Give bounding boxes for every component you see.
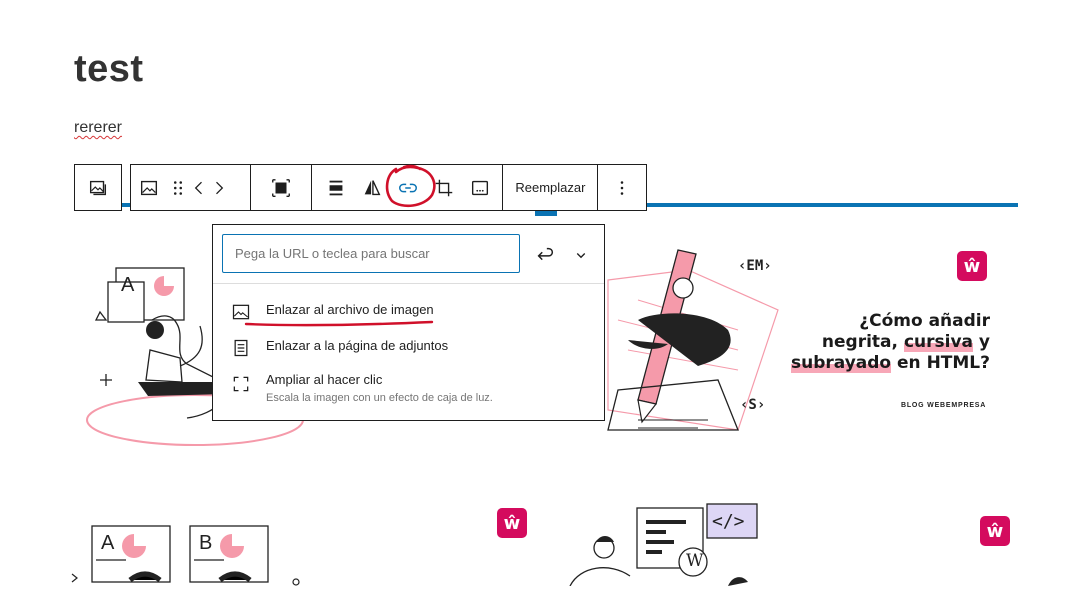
s-tag-label: ‹S› (740, 397, 766, 413)
toolbar-group-replace: Reemplazar (503, 165, 599, 210)
headline-subrayado: subrayado (790, 353, 892, 373)
move-left-icon[interactable] (189, 165, 209, 210)
option-lightbox[interactable]: Ampliar al hacer clic Escala la imagen c… (230, 371, 493, 404)
option-label: Enlazar a la página de adjuntos (266, 338, 449, 353)
block-parent-selector[interactable] (74, 164, 122, 211)
headline-y: y (973, 332, 990, 352)
em-tag-label: ‹EM› (738, 258, 772, 274)
toolbar-group-options (598, 165, 646, 210)
letter-a: A (121, 274, 135, 296)
blog-tag: BLOG WEBEMPRESA (901, 402, 987, 409)
code-tag-label: </> (712, 511, 745, 532)
option-description: Escala la imagen con un efecto de caja d… (266, 392, 493, 404)
more-options-icon[interactable] (604, 165, 640, 210)
gallery-image-3[interactable] (70, 520, 310, 591)
webempresa-logo-icon: ŵ (957, 251, 987, 281)
headline-line-3: subrayado en HTML? (790, 353, 990, 374)
post-paragraph[interactable]: rererer (74, 119, 122, 137)
gallery-icon[interactable] (75, 165, 121, 210)
letter-a-bottom: A (101, 532, 115, 554)
letter-b-bottom: B (199, 532, 213, 554)
card-headline: ¿Cómo añadir negrita, cursiva y subrayad… (790, 311, 990, 374)
popover-divider (213, 283, 604, 284)
headline-cursiva: cursiva (903, 332, 973, 352)
replace-button[interactable]: Reemplazar (503, 165, 597, 210)
align-icon[interactable] (318, 165, 354, 210)
text-overlay-icon[interactable] (462, 165, 498, 210)
annotation-underline (244, 320, 434, 327)
image-block-icon[interactable] (131, 165, 167, 210)
headline-en-html: en HTML? (891, 353, 990, 373)
submit-link-icon[interactable] (531, 241, 559, 269)
drag-handle-icon[interactable] (167, 165, 189, 210)
option-label: Ampliar al hacer clic (266, 372, 383, 387)
move-right-icon[interactable] (209, 165, 229, 210)
wordpress-logo-icon: W (686, 551, 704, 571)
headline-line-2: negrita, cursiva y (790, 332, 990, 353)
select-parent-icon[interactable] (263, 165, 299, 210)
webempresa-logo-icon-3: ŵ (980, 516, 1010, 546)
page-icon (230, 337, 252, 359)
toolbar-group-select (251, 165, 313, 210)
fullscreen-icon (230, 373, 252, 395)
headline-line-1: ¿Cómo añadir (859, 311, 990, 331)
webempresa-logo-icon-2: ŵ (497, 508, 527, 538)
option-link-attachment-page[interactable]: Enlazar a la página de adjuntos (230, 337, 448, 359)
annotation-circle (385, 164, 436, 208)
post-title[interactable]: test (74, 48, 144, 91)
headline-negrita: negrita (821, 332, 892, 352)
url-search-input[interactable] (222, 234, 520, 273)
option-label: Enlazar al archivo de imagen (266, 302, 434, 317)
toolbar-group-block (131, 165, 251, 210)
option-text: Ampliar al hacer clic Escala la imagen c… (266, 371, 493, 404)
chevron-down-icon[interactable] (569, 243, 593, 267)
headline-comma: , (891, 332, 904, 352)
